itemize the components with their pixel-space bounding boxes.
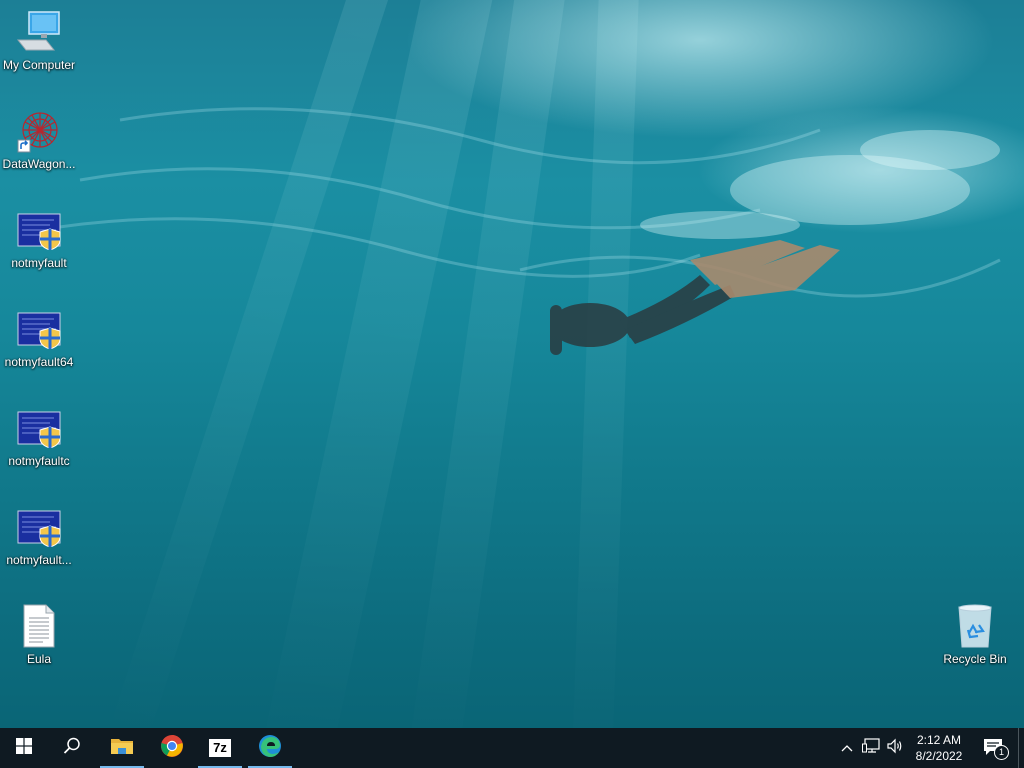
- taskbar: 7z 2:12 AM 8/2/2022 1: [0, 728, 1024, 768]
- edge-icon: [258, 734, 282, 763]
- network-button[interactable]: [860, 728, 882, 768]
- action-center-button[interactable]: 1: [978, 728, 1010, 768]
- desktop-icon-eula[interactable]: Eula: [1, 602, 77, 666]
- desktop-icon-label: notmyfault64: [4, 355, 74, 369]
- desktop-icon-label: Recycle Bin: [943, 652, 1007, 666]
- desktop-icon-label: notmyfaultc: [8, 454, 70, 468]
- desktop-icon-label: notmyfault: [11, 256, 67, 270]
- clock-date: 8/2/2022: [915, 749, 963, 763]
- desktop-icon-label: My Computer: [2, 58, 76, 72]
- desktop-icon-label: DataWagon...: [2, 157, 76, 171]
- 7zip-button[interactable]: 7z: [196, 728, 244, 768]
- desktop-icon-notmyfault64[interactable]: notmyfault64: [1, 305, 77, 369]
- datawagon-shortcut-icon: [15, 107, 63, 155]
- notmyfault-icon: [15, 503, 63, 551]
- desktop-icon-label: notmyfault...: [6, 553, 72, 567]
- windows-logo-icon: [16, 737, 32, 759]
- start-button[interactable]: [0, 728, 48, 768]
- file-explorer-button[interactable]: [98, 728, 146, 768]
- clock-time: 2:12 AM: [916, 733, 962, 747]
- computer-icon: [15, 8, 63, 56]
- chevron-up-icon: [841, 739, 853, 757]
- desktop-icon-my-computer[interactable]: My Computer: [1, 8, 77, 72]
- text-document-icon: [15, 602, 63, 650]
- desktop-icon-label: Eula: [26, 652, 52, 666]
- notmyfault-icon: [15, 206, 63, 254]
- desktop-icon-notmyfaultc[interactable]: notmyfaultc: [1, 404, 77, 468]
- water-surface-ripples: [39, 107, 1001, 298]
- search-button[interactable]: [48, 728, 96, 768]
- recycle-bin-icon: [951, 602, 999, 650]
- notmyfault-icon: [15, 305, 63, 353]
- freediver-silhouette: [550, 240, 840, 355]
- speaker-icon: [886, 738, 904, 759]
- 7zip-icon-label: 7z: [213, 740, 227, 755]
- notification-icon: 1: [983, 738, 1009, 760]
- show-desktop-button[interactable]: [1018, 728, 1024, 768]
- desktop-icon-datawagon[interactable]: DataWagon...: [1, 107, 77, 171]
- desktop[interactable]: My Computer DataWagon... notmyfault notm…: [0, 0, 1024, 728]
- edge-button[interactable]: [246, 728, 294, 768]
- search-icon: [63, 737, 81, 760]
- volume-button[interactable]: [884, 728, 906, 768]
- network-icon: [862, 737, 880, 759]
- folder-icon: [110, 736, 134, 761]
- notification-count-badge: 1: [994, 745, 1009, 760]
- desktop-icon-notmyfault-truncated[interactable]: notmyfault...: [1, 503, 77, 567]
- chrome-button[interactable]: [148, 728, 196, 768]
- chrome-icon: [160, 734, 184, 763]
- desktop-icon-recycle-bin[interactable]: Recycle Bin: [937, 602, 1013, 666]
- desktop-icon-notmyfault[interactable]: notmyfault: [1, 206, 77, 270]
- clock[interactable]: 2:12 AM 8/2/2022: [906, 728, 972, 768]
- show-hidden-icons-button[interactable]: [838, 728, 856, 768]
- 7zip-icon: 7z: [209, 739, 231, 757]
- notmyfault-icon: [15, 404, 63, 452]
